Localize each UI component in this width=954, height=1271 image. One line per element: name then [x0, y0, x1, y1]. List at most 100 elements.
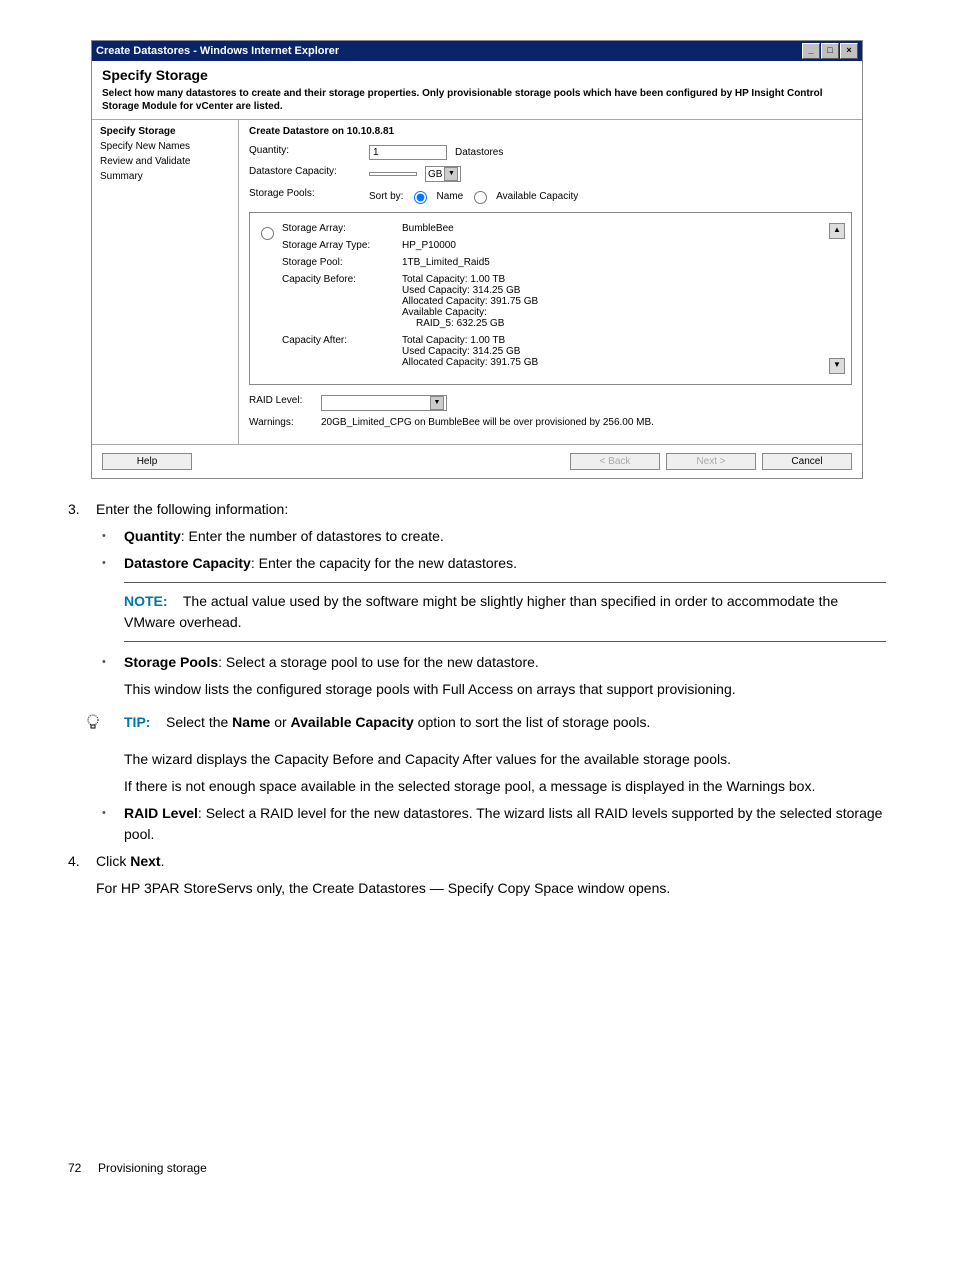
- step-text: .: [161, 853, 165, 869]
- dialog-footer: Help < Back Next > Cancel: [92, 444, 862, 478]
- quantity-label: Quantity:: [249, 145, 369, 160]
- bullet-icon: •: [102, 553, 124, 574]
- quantity-input[interactable]: 1: [369, 145, 447, 160]
- bullet-icon: •: [102, 803, 124, 845]
- bullet-text: : Select a RAID level for the new datast…: [124, 805, 882, 842]
- scroll-down-icon[interactable]: ▼: [829, 358, 845, 374]
- pool-select-radio[interactable]: [261, 227, 274, 240]
- capacity-before-value: Total Capacity: 1.00 TB Used Capacity: 3…: [402, 274, 829, 329]
- paragraph: The wizard displays the Capacity Before …: [124, 749, 886, 770]
- bullet-icon: •: [102, 652, 124, 700]
- document-body: 3. Enter the following information: • Qu…: [68, 499, 886, 1177]
- note-label: NOTE:: [124, 593, 168, 609]
- after-line2: Used Capacity: 314.25 GB: [402, 346, 829, 357]
- array-value: BumbleBee: [402, 223, 829, 234]
- note-text: The actual value used by the software mi…: [124, 593, 838, 630]
- dialog-header: Specify Storage Select how many datastor…: [92, 61, 862, 119]
- sortby-avail-label: Available Capacity: [496, 191, 578, 202]
- before-line1: Total Capacity: 1.00 TB: [402, 274, 829, 285]
- capacity-after-value: Total Capacity: 1.00 TB Used Capacity: 3…: [402, 335, 829, 368]
- tip-text: or: [270, 714, 290, 730]
- back-button[interactable]: < Back: [570, 453, 660, 470]
- paragraph: If there is not enough space available i…: [124, 776, 886, 797]
- scroll-up-icon[interactable]: ▲: [829, 223, 845, 239]
- capacity-input[interactable]: [369, 172, 417, 176]
- bullet-item-capacity: Datastore Capacity: Enter the capacity f…: [124, 553, 886, 574]
- nav-review[interactable]: Review and Validate: [100, 156, 230, 167]
- bullet-label: RAID Level: [124, 805, 198, 821]
- tip-label: TIP:: [124, 714, 150, 730]
- bullet-label: Storage Pools: [124, 654, 218, 670]
- bullet-text: : Select a storage pool to use for the n…: [218, 654, 539, 670]
- next-button[interactable]: Next >: [666, 453, 756, 470]
- wizard-main: Create Datastore on 10.10.8.81 Quantity:…: [239, 120, 862, 444]
- pool-list: Storage Array: BumbleBee Storage Array T…: [249, 212, 852, 385]
- bullet-label: Quantity: [124, 528, 181, 544]
- note-box: NOTE: The actual value used by the softw…: [124, 582, 886, 642]
- nav-specify-names[interactable]: Specify New Names: [100, 141, 230, 152]
- page-footer: 72 Provisioning storage: [68, 1159, 886, 1177]
- capacity-label: Datastore Capacity:: [249, 166, 369, 182]
- array-label: Storage Array:: [282, 223, 402, 234]
- sortby-avail-radio[interactable]: [474, 191, 487, 204]
- dialog-title: Specify Storage: [102, 67, 852, 83]
- bullet-text: : Enter the capacity for the new datasto…: [251, 555, 517, 571]
- window-title: Create Datastores - Windows Internet Exp…: [96, 45, 339, 57]
- close-icon[interactable]: ×: [840, 43, 858, 59]
- array-type-value: HP_P10000: [402, 240, 829, 251]
- step-number: 4.: [68, 851, 96, 899]
- dialog-window: Create Datastores - Windows Internet Exp…: [91, 40, 863, 479]
- form-section-title: Create Datastore on 10.10.8.81: [249, 126, 852, 137]
- step-body: Click Next. For HP 3PAR StoreServs only,…: [96, 851, 886, 899]
- before-line3: Allocated Capacity: 391.75 GB: [402, 296, 829, 307]
- titlebar: Create Datastores - Windows Internet Exp…: [92, 41, 862, 61]
- before-line2: Used Capacity: 314.25 GB: [402, 285, 829, 296]
- sortby-name-radio[interactable]: [414, 191, 427, 204]
- help-button[interactable]: Help: [102, 453, 192, 470]
- warnings-label: Warnings:: [249, 417, 321, 428]
- capacity-after-label: Capacity After:: [282, 335, 402, 368]
- raid-dropdown[interactable]: ▼: [321, 395, 447, 411]
- tip-body: TIP: Select the Name or Available Capaci…: [124, 712, 650, 733]
- capacity-before-label: Capacity Before:: [282, 274, 402, 329]
- chevron-down-icon: ▼: [444, 167, 458, 181]
- storage-pool-value: 1TB_Limited_Raid5: [402, 257, 829, 268]
- sortby-label: Sort by:: [369, 191, 403, 202]
- raid-label: RAID Level:: [249, 395, 321, 411]
- tip-name: Name: [232, 714, 270, 730]
- bullet-item-pools: Storage Pools: Select a storage pool to …: [124, 652, 886, 700]
- wizard-nav: Specify Storage Specify New Names Review…: [92, 120, 239, 444]
- page-number: 72: [68, 1161, 81, 1175]
- bullet-sub-text: This window lists the configured storage…: [124, 679, 886, 700]
- step-sub-text: For HP 3PAR StoreServs only, the Create …: [96, 878, 886, 899]
- after-line1: Total Capacity: 1.00 TB: [402, 335, 829, 346]
- step-number: 3.: [68, 499, 96, 520]
- tip-text: Select the: [166, 714, 232, 730]
- array-type-label: Storage Array Type:: [282, 240, 402, 251]
- before-line4: Available Capacity:: [402, 307, 829, 318]
- after-line3: Allocated Capacity: 391.75 GB: [402, 357, 829, 368]
- chevron-down-icon: ▼: [430, 396, 444, 410]
- step-text: Enter the following information:: [96, 499, 886, 520]
- bullet-item-quantity: Quantity: Enter the number of datastores…: [124, 526, 886, 547]
- step-next: Next: [130, 853, 160, 869]
- scrollbar[interactable]: ▲ ▼: [829, 223, 845, 374]
- quantity-suffix: Datastores: [455, 147, 503, 158]
- maximize-icon[interactable]: □: [821, 43, 839, 59]
- tip-icon: [84, 712, 124, 739]
- window-controls: _ □ ×: [802, 43, 858, 59]
- sortby-name-label: Name: [436, 191, 463, 202]
- bullet-item-raid: RAID Level: Select a RAID level for the …: [124, 803, 886, 845]
- capacity-unit-value: GB: [428, 169, 442, 180]
- bullet-label: Datastore Capacity: [124, 555, 251, 571]
- capacity-unit-dropdown[interactable]: GB ▼: [425, 166, 461, 182]
- nav-summary[interactable]: Summary: [100, 171, 230, 182]
- minimize-icon[interactable]: _: [802, 43, 820, 59]
- cancel-button[interactable]: Cancel: [762, 453, 852, 470]
- bullet-text: : Enter the number of datastores to crea…: [181, 528, 444, 544]
- step-text: Click: [96, 853, 130, 869]
- pools-label: Storage Pools:: [249, 188, 369, 204]
- storage-pool-label: Storage Pool:: [282, 257, 402, 268]
- nav-specify-storage[interactable]: Specify Storage: [100, 126, 230, 137]
- page-section: Provisioning storage: [98, 1161, 207, 1175]
